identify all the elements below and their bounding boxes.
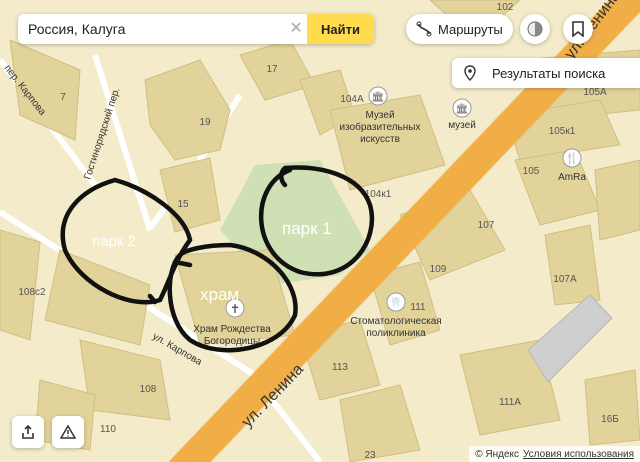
museum-label: музей: [448, 120, 476, 131]
building-number: 109: [430, 264, 447, 275]
results-panel[interactable]: Результаты поиска: [452, 58, 640, 88]
search-bar: ✕ Найти: [18, 14, 374, 44]
layers-button[interactable]: [520, 14, 550, 44]
building-number: 113: [332, 362, 348, 373]
clear-icon[interactable]: ✕: [285, 14, 307, 44]
search-input[interactable]: [18, 14, 286, 44]
building-number: 108: [140, 384, 157, 395]
building-number: 108с2: [18, 287, 46, 298]
building-number: 7: [60, 92, 66, 103]
museum-icon: 🏛: [456, 103, 469, 115]
amra-label: AmRa: [558, 172, 586, 183]
building-number: 17: [266, 64, 278, 75]
annotation-park1: парк 1: [282, 219, 332, 238]
find-button[interactable]: Найти: [307, 14, 374, 44]
copyright-text: © Яндекс: [475, 448, 519, 460]
building-number: 110: [100, 424, 116, 435]
bookmark-button[interactable]: [563, 14, 593, 44]
tooth-icon: 🦷: [390, 296, 402, 309]
routes-label: Маршруты: [438, 21, 503, 37]
share-button[interactable]: [12, 416, 44, 448]
museum-icon: 🏛: [372, 91, 385, 103]
building-number: 16Б: [601, 414, 619, 425]
annotation-park2: парк 2: [92, 233, 136, 250]
building-number: 111: [410, 302, 426, 313]
cross-icon: ✝: [230, 302, 240, 316]
share-icon: [22, 424, 34, 439]
warning-icon: [60, 424, 76, 439]
building-number: 104А: [340, 94, 364, 105]
layers-icon: [527, 21, 543, 37]
map-footer: © Яндекс Условия использования: [469, 446, 640, 462]
building-number: 15: [177, 199, 189, 210]
pin-icon: [464, 65, 476, 81]
building-number: 107: [478, 220, 495, 231]
results-label: Результаты поиска: [492, 65, 606, 81]
building-number: 102: [497, 2, 514, 13]
building-number: 105к1: [549, 126, 576, 137]
building-number: 105А: [583, 87, 607, 98]
building-number: 23: [364, 450, 376, 461]
annotation-hram: храм: [200, 285, 239, 304]
routes-button[interactable]: Маршруты: [406, 14, 513, 44]
building-number: 107А: [553, 274, 577, 285]
building-number: 111А: [499, 397, 521, 408]
terms-link[interactable]: Условия использования: [523, 449, 634, 460]
route-icon: [416, 21, 432, 37]
report-button[interactable]: [52, 416, 84, 448]
restaurant-icon: 🍴: [565, 152, 579, 165]
building-number: 105: [523, 166, 540, 177]
bookmark-icon: [572, 21, 584, 37]
building-number: 19: [199, 117, 211, 128]
